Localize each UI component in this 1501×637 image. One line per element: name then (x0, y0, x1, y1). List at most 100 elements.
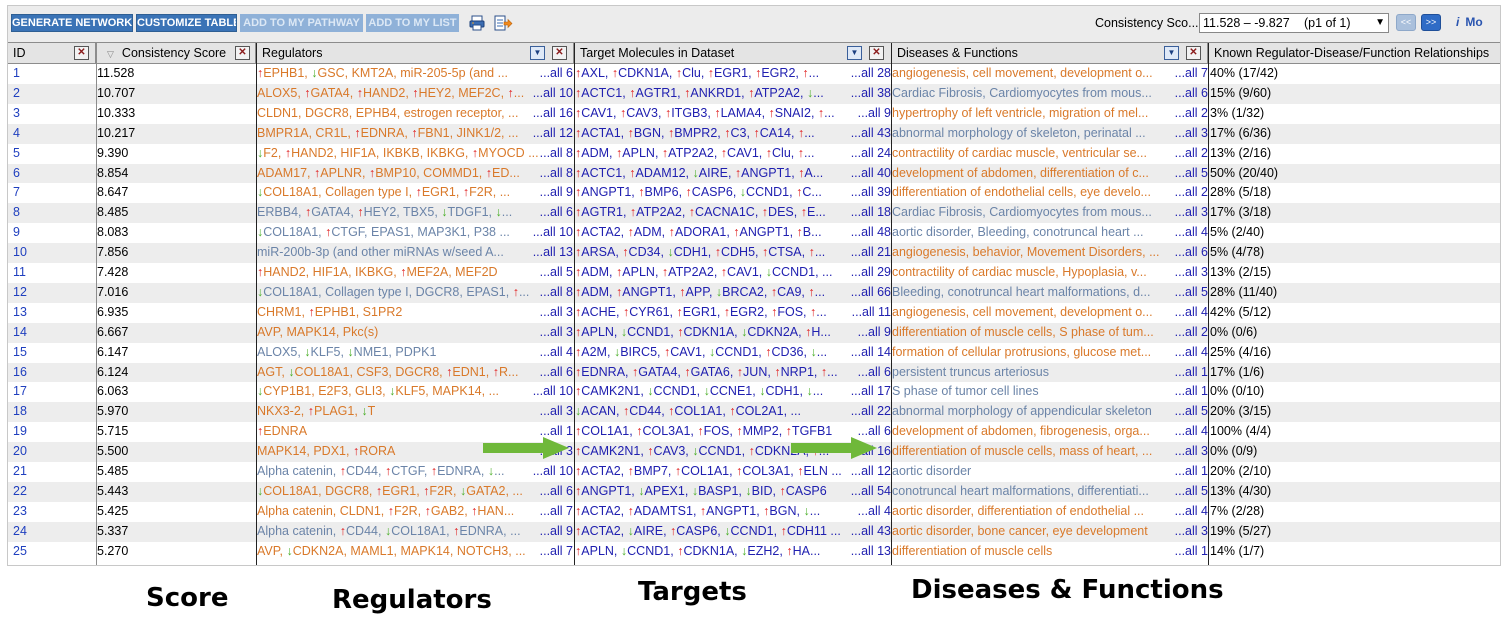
diseases-show-all-link[interactable]: ...all 4 (1148, 223, 1208, 243)
targets-show-all-link[interactable]: ...all 4 (831, 502, 891, 522)
table-row[interactable]: 6 8.854 ADAM17, ↑APLNR, ↑BMP10, COMMD1, ↑E… (8, 163, 1500, 184)
regulators-show-all-link[interactable]: ...all 6 (513, 203, 573, 223)
targets-show-all-link[interactable]: ...all 11 (831, 303, 891, 323)
diseases-show-all-link[interactable]: ...all 7 (1148, 64, 1208, 84)
table-row[interactable]: 24 5.337 Alpha catenin, ↑CD44, ↓COL18A1, ↑… (8, 521, 1500, 542)
targets-show-all-link[interactable]: ...all 29 (831, 263, 891, 283)
row-id-link[interactable]: 18 (13, 402, 93, 422)
column-header-consistency-score[interactable]: ▽ Consistency Score (96, 43, 256, 63)
regulators-show-all-link[interactable]: ...all 6 (513, 482, 573, 502)
customize-table-button[interactable]: CUSTOMIZE TABLE (136, 14, 237, 32)
regulators-show-all-link[interactable]: ...all 4 (513, 343, 573, 363)
targets-show-all-link[interactable]: ...all 12 (831, 462, 891, 482)
diseases-show-all-link[interactable]: ...all 5 (1148, 164, 1208, 184)
table-row[interactable]: 2 10.707 ALOX5, ↑GATA4, ↑HAND2, ↑HEY2, MEF… (8, 83, 1500, 104)
table-row[interactable]: 15 6.147 ALOX5, ↓KLF5, ↓NME1, PDPK1 ...all … (8, 343, 1500, 363)
diseases-show-all-link[interactable]: ...all 3 (1148, 522, 1208, 542)
targets-show-all-link[interactable]: ...all 18 (831, 203, 891, 223)
targets-show-all-link[interactable]: ...all 43 (831, 522, 891, 542)
targets-show-all-link[interactable]: ...all 14 (831, 343, 891, 363)
targets-show-all-link[interactable]: ...all 21 (831, 243, 891, 263)
regulators-show-all-link[interactable]: ...all 10 (513, 223, 573, 243)
targets-show-all-link[interactable]: ...all 54 (831, 482, 891, 502)
regulators-show-all-link[interactable]: ...all 10 (513, 382, 573, 402)
regulators-show-all-link[interactable]: ...all 6 (513, 64, 573, 84)
regulators-show-all-link[interactable]: ...all 13 (513, 243, 573, 263)
targets-show-all-link[interactable]: ...all 48 (831, 223, 891, 243)
regulators-show-all-link[interactable]: ...all 3 (513, 323, 573, 343)
generate-networks-button[interactable]: GENERATE NETWORKS (11, 14, 133, 32)
diseases-show-all-link[interactable]: ...all 3 (1148, 442, 1208, 462)
regulators-show-all-link[interactable]: ...all 6 (513, 363, 573, 383)
next-page-button[interactable]: >> (1421, 14, 1441, 31)
row-id-link[interactable]: 22 (13, 482, 93, 502)
regulators-show-all-link[interactable]: ...all 16 (513, 104, 573, 124)
targets-show-all-link[interactable]: ...all 66 (831, 283, 891, 303)
row-id-link[interactable]: 3 (13, 104, 93, 124)
export-icon[interactable] (493, 14, 513, 32)
regulators-show-all-link[interactable]: ...all 10 (513, 462, 573, 482)
diseases-show-all-link[interactable]: ...all 2 (1148, 183, 1208, 203)
regulators-show-all-link[interactable]: ...all 5 (513, 263, 573, 283)
regulators-show-all-link[interactable]: ...all 3 (513, 402, 573, 422)
filter-icon[interactable]: ▼ (530, 46, 545, 60)
regulators-show-all-link[interactable]: ...all 8 (513, 283, 573, 303)
table-row[interactable]: 18 5.970 NKX3-2, ↑PLAG1, ↓T ...all 3 ↓ACAN, … (8, 402, 1500, 423)
table-row[interactable]: 5 9.390 ↓F2, ↑HAND2, HIF1A, IKBKB, IKBKG, … (8, 144, 1500, 164)
diseases-show-all-link[interactable]: ...all 4 (1148, 343, 1208, 363)
filter-icon[interactable]: ▼ (1164, 46, 1179, 60)
diseases-show-all-link[interactable]: ...all 6 (1148, 243, 1208, 263)
row-id-link[interactable]: 1 (13, 64, 93, 84)
add-to-my-pathway-button[interactable]: ADD TO MY PATHWAY (240, 14, 363, 32)
row-id-link[interactable]: 13 (13, 303, 93, 323)
diseases-show-all-link[interactable]: ...all 3 (1148, 263, 1208, 283)
regulators-show-all-link[interactable]: ...all 12 (513, 124, 573, 144)
diseases-show-all-link[interactable]: ...all 3 (1148, 203, 1208, 223)
targets-show-all-link[interactable]: ...all 38 (831, 84, 891, 104)
table-row[interactable]: 21 5.485 Alpha catenin, ↑CD44, ↑CTGF, ↑EDN… (8, 462, 1500, 482)
column-header-known-relationships[interactable]: Known Regulator-Disease/Function Relatio… (1208, 43, 1500, 63)
diseases-show-all-link[interactable]: ...all 5 (1148, 402, 1208, 422)
more-info-link[interactable]: i Mo (1456, 15, 1483, 29)
diseases-show-all-link[interactable]: ...all 3 (1148, 124, 1208, 144)
row-id-link[interactable]: 14 (13, 323, 93, 343)
table-row[interactable]: 9 8.083 ↓COL18A1, ↑CTGF, EPAS1, MAP3K1, P3… (8, 223, 1500, 243)
table-row[interactable]: 16 6.124 AGT, ↓COL18A1, CSF3, DGCR8, ↑EDN1… (8, 362, 1500, 383)
diseases-show-all-link[interactable]: ...all 6 (1148, 84, 1208, 104)
regulators-show-all-link[interactable]: ...all 8 (513, 144, 573, 164)
regulators-show-all-link[interactable]: ...all 7 (513, 542, 573, 562)
row-id-link[interactable]: 23 (13, 502, 93, 522)
targets-show-all-link[interactable]: ...all 9 (831, 323, 891, 343)
printer-icon[interactable] (468, 14, 486, 32)
table-row[interactable]: 17 6.063 ↓CYP1B1, E2F3, GLI3, ↓KLF5, MAPK1… (8, 382, 1500, 402)
diseases-show-all-link[interactable]: ...all 1 (1148, 462, 1208, 482)
diseases-show-all-link[interactable]: ...all 2 (1148, 144, 1208, 164)
table-row[interactable]: 19 5.715 ↑EDNRA ...all 1 ↑COL1A1, ↑COL3A1, ↑… (8, 422, 1500, 442)
targets-show-all-link[interactable]: ...all 22 (831, 402, 891, 422)
targets-show-all-link[interactable]: ...all 24 (831, 144, 891, 164)
table-row[interactable]: 25 5.270 AVP, ↓CDKN2A, MAML1, MAPK14, NOTC… (8, 542, 1500, 562)
regulators-show-all-link[interactable]: ...all 9 (513, 522, 573, 542)
close-icon[interactable]: ✕ (869, 46, 884, 60)
table-row[interactable]: 13 6.935 CHRM1, ↑EPHB1, S1PR2 ...all 3 ↑ACHE… (8, 303, 1500, 323)
table-row[interactable]: 205.500MAPK14, PDX1, ↑RORA...all 3↑CAMK2… (8, 442, 1500, 462)
add-to-my-list-button[interactable]: ADD TO MY LIST (366, 14, 459, 32)
targets-show-all-link[interactable]: ...all 6 (831, 363, 891, 383)
row-id-link[interactable]: 24 (13, 522, 93, 542)
diseases-show-all-link[interactable]: ...all 2 (1148, 104, 1208, 124)
targets-show-all-link[interactable]: ...all 40 (831, 164, 891, 184)
targets-show-all-link[interactable]: ...all 17 (831, 382, 891, 402)
table-row[interactable]: 11 7.428 ↑HAND2, HIF1A, IKBKG, ↑MEF2A, MEF… (8, 263, 1500, 283)
row-id-link[interactable]: 10 (13, 243, 93, 263)
regulators-show-all-link[interactable]: ...all 3 (513, 303, 573, 323)
targets-show-all-link[interactable]: ...all 43 (831, 124, 891, 144)
targets-show-all-link[interactable]: ...all 13 (831, 542, 891, 562)
diseases-show-all-link[interactable]: ...all 2 (1148, 323, 1208, 343)
diseases-show-all-link[interactable]: ...all 1 (1148, 363, 1208, 383)
table-row[interactable]: 4 10.217 BMPR1A, CR1L, ↑EDNRA, ↑FBN1, JINK… (8, 123, 1500, 144)
regulators-show-all-link[interactable]: ...all 9 (513, 183, 573, 203)
row-id-link[interactable]: 2 (13, 84, 93, 104)
previous-page-button[interactable]: << (1396, 14, 1416, 31)
row-id-link[interactable]: 17 (13, 382, 93, 402)
diseases-show-all-link[interactable]: ...all 1 (1148, 542, 1208, 562)
